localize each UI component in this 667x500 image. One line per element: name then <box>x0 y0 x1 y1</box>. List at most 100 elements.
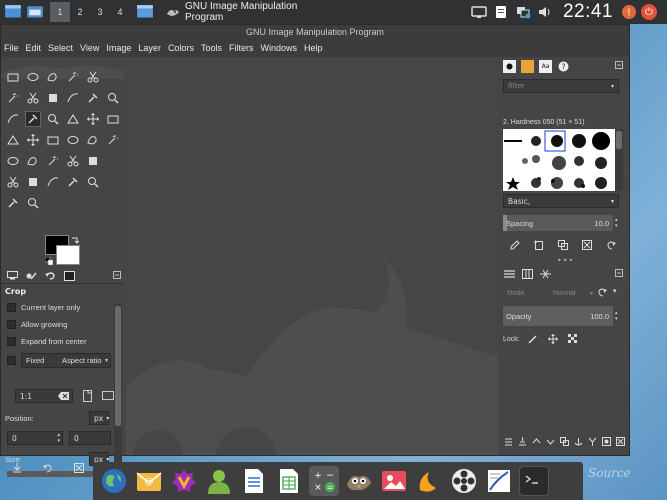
smudge-icon[interactable] <box>5 174 21 190</box>
portrait-icon[interactable] <box>83 390 92 402</box>
scrollbar-thumb[interactable] <box>115 306 121 426</box>
reset-mode-icon[interactable] <box>597 287 609 297</box>
delete-layer-icon[interactable] <box>613 435 627 447</box>
mask-layer-icon[interactable] <box>599 435 613 447</box>
duplicate-layer-icon[interactable] <box>557 435 571 447</box>
menu-edit[interactable]: Edit <box>26 43 42 53</box>
terminal-icon[interactable] <box>519 466 549 496</box>
move-icon[interactable] <box>105 90 121 106</box>
user-contacts-icon[interactable] <box>204 466 234 496</box>
dodge-icon[interactable] <box>65 174 81 190</box>
warp-icon[interactable] <box>45 132 61 148</box>
new-brush-icon[interactable] <box>532 239 546 251</box>
new-layer-icon[interactable] <box>515 435 529 447</box>
cage-icon[interactable] <box>25 132 41 148</box>
delete-options-icon[interactable] <box>73 463 84 473</box>
network-icon[interactable] <box>515 5 531 19</box>
free-select-icon[interactable] <box>45 69 61 85</box>
file-manager-icon[interactable] <box>26 4 44 20</box>
menu-view[interactable]: View <box>80 43 99 53</box>
clipboard-icon[interactable] <box>493 5 509 19</box>
paths-icon[interactable] <box>25 90 41 106</box>
position-x-input[interactable]: 0 ▴ ▾ <box>7 431 63 445</box>
clone-icon[interactable] <box>25 174 41 190</box>
perspective-icon[interactable] <box>105 111 121 127</box>
configure-tab-icon[interactable] <box>113 271 121 279</box>
position-unit-select[interactable]: px ▾ <box>89 411 109 425</box>
brush-grid-scrollbar[interactable] <box>615 129 623 191</box>
tool-options-scrollbar[interactable] <box>114 304 122 477</box>
scrollbar-thumb[interactable] <box>616 131 622 149</box>
layer-mode-select[interactable]: Mode Normal ▾ <box>503 286 595 300</box>
device-status-tab-icon[interactable] <box>24 270 38 282</box>
menu-select[interactable]: Select <box>48 43 73 53</box>
edit-brush-icon[interactable] <box>508 239 522 251</box>
taskbar-gimp-button[interactable]: GNU Image Manipulation Program <box>162 1 332 23</box>
align-icon[interactable] <box>5 111 21 127</box>
undo-history-tab-icon[interactable] <box>43 270 57 282</box>
paths-tab-icon[interactable] <box>539 268 552 281</box>
fuzzy-select-icon[interactable] <box>65 69 81 85</box>
scissors-select-icon[interactable] <box>85 69 101 85</box>
fixed-mode-combo[interactable]: Fixed Aspect ratio ▾ <box>21 352 111 368</box>
writing-app-icon[interactable] <box>484 466 514 496</box>
anchor-layer-icon[interactable] <box>571 435 585 447</box>
new-layer-group-icon[interactable] <box>501 435 515 447</box>
allow-growing-checkbox[interactable]: Allow growing <box>1 316 125 333</box>
background-color-swatch[interactable] <box>56 245 80 265</box>
checkbox-box[interactable] <box>7 355 16 365</box>
image-viewer-icon[interactable] <box>379 466 409 496</box>
foreground-select-icon[interactable] <box>5 90 21 106</box>
power-icon[interactable]: ⏻ <box>641 4 657 20</box>
media-player-icon[interactable] <box>449 466 479 496</box>
swap-colors-icon[interactable] <box>71 236 79 244</box>
position-y-input[interactable]: 0 <box>69 431 111 445</box>
checkbox-box[interactable] <box>7 320 16 329</box>
blur-icon[interactable] <box>85 174 101 190</box>
volume-icon[interactable] <box>537 5 553 19</box>
bucket-fill-icon[interactable] <box>5 153 21 169</box>
dock-separator-handle[interactable]: ••• <box>557 256 574 265</box>
scale-icon[interactable] <box>65 111 81 127</box>
merge-layer-icon[interactable] <box>585 435 599 447</box>
patterns-tab-icon[interactable] <box>521 59 534 73</box>
help-tab-icon[interactable]: ? <box>557 60 570 73</box>
rect-select-icon[interactable] <box>5 69 21 85</box>
zoom-icon[interactable] <box>65 90 81 106</box>
lock-position-icon[interactable] <box>547 334 558 344</box>
rotate-icon[interactable] <box>45 111 61 127</box>
handle-transform-icon[interactable] <box>85 132 101 148</box>
notification-icon[interactable]: ! <box>621 5 637 19</box>
text-document-icon[interactable] <box>239 466 269 496</box>
menu-image[interactable]: Image <box>106 43 131 53</box>
window-title[interactable]: GNU Image Manipulation Program <box>1 25 629 39</box>
clear-input-icon[interactable] <box>58 392 69 400</box>
layers-tab-icon[interactable] <box>503 268 516 281</box>
lower-layer-icon[interactable] <box>543 435 557 447</box>
menu-file[interactable]: File <box>4 43 19 53</box>
cloud-icon[interactable] <box>414 466 444 496</box>
menu-layer[interactable]: Layer <box>138 43 161 53</box>
refresh-brushes-icon[interactable] <box>604 239 618 251</box>
ellipse-select-icon[interactable] <box>25 69 41 85</box>
clock[interactable]: 22:41 <box>563 1 613 23</box>
restore-options-icon[interactable] <box>42 463 53 473</box>
brush-grid[interactable] <box>503 129 615 191</box>
workspace-1[interactable]: 1 <box>50 2 70 22</box>
unified-transform-icon[interactable] <box>65 132 81 148</box>
eraser-icon[interactable] <box>65 153 81 169</box>
menu-help[interactable]: Help <box>304 43 323 53</box>
spin-arrows-icon[interactable]: ▴ ▾ <box>615 310 618 322</box>
shear-icon[interactable] <box>85 111 101 127</box>
measure-icon[interactable] <box>85 90 101 106</box>
calculator-icon[interactable]: + − × = <box>309 466 339 496</box>
brushes-tab-icon[interactable] <box>503 59 516 73</box>
gimp-app-icon[interactable] <box>344 466 374 496</box>
spacing-slider[interactable]: Spacing 10.0 <box>503 215 613 231</box>
vivaldi-icon[interactable] <box>169 466 199 496</box>
spin-arrows-icon[interactable]: ▴ ▾ <box>615 217 618 229</box>
duplicate-brush-icon[interactable] <box>556 239 570 251</box>
lock-pixels-icon[interactable] <box>528 334 538 344</box>
delete-brush-icon[interactable] <box>580 239 594 251</box>
color-balance-icon[interactable] <box>5 195 21 211</box>
